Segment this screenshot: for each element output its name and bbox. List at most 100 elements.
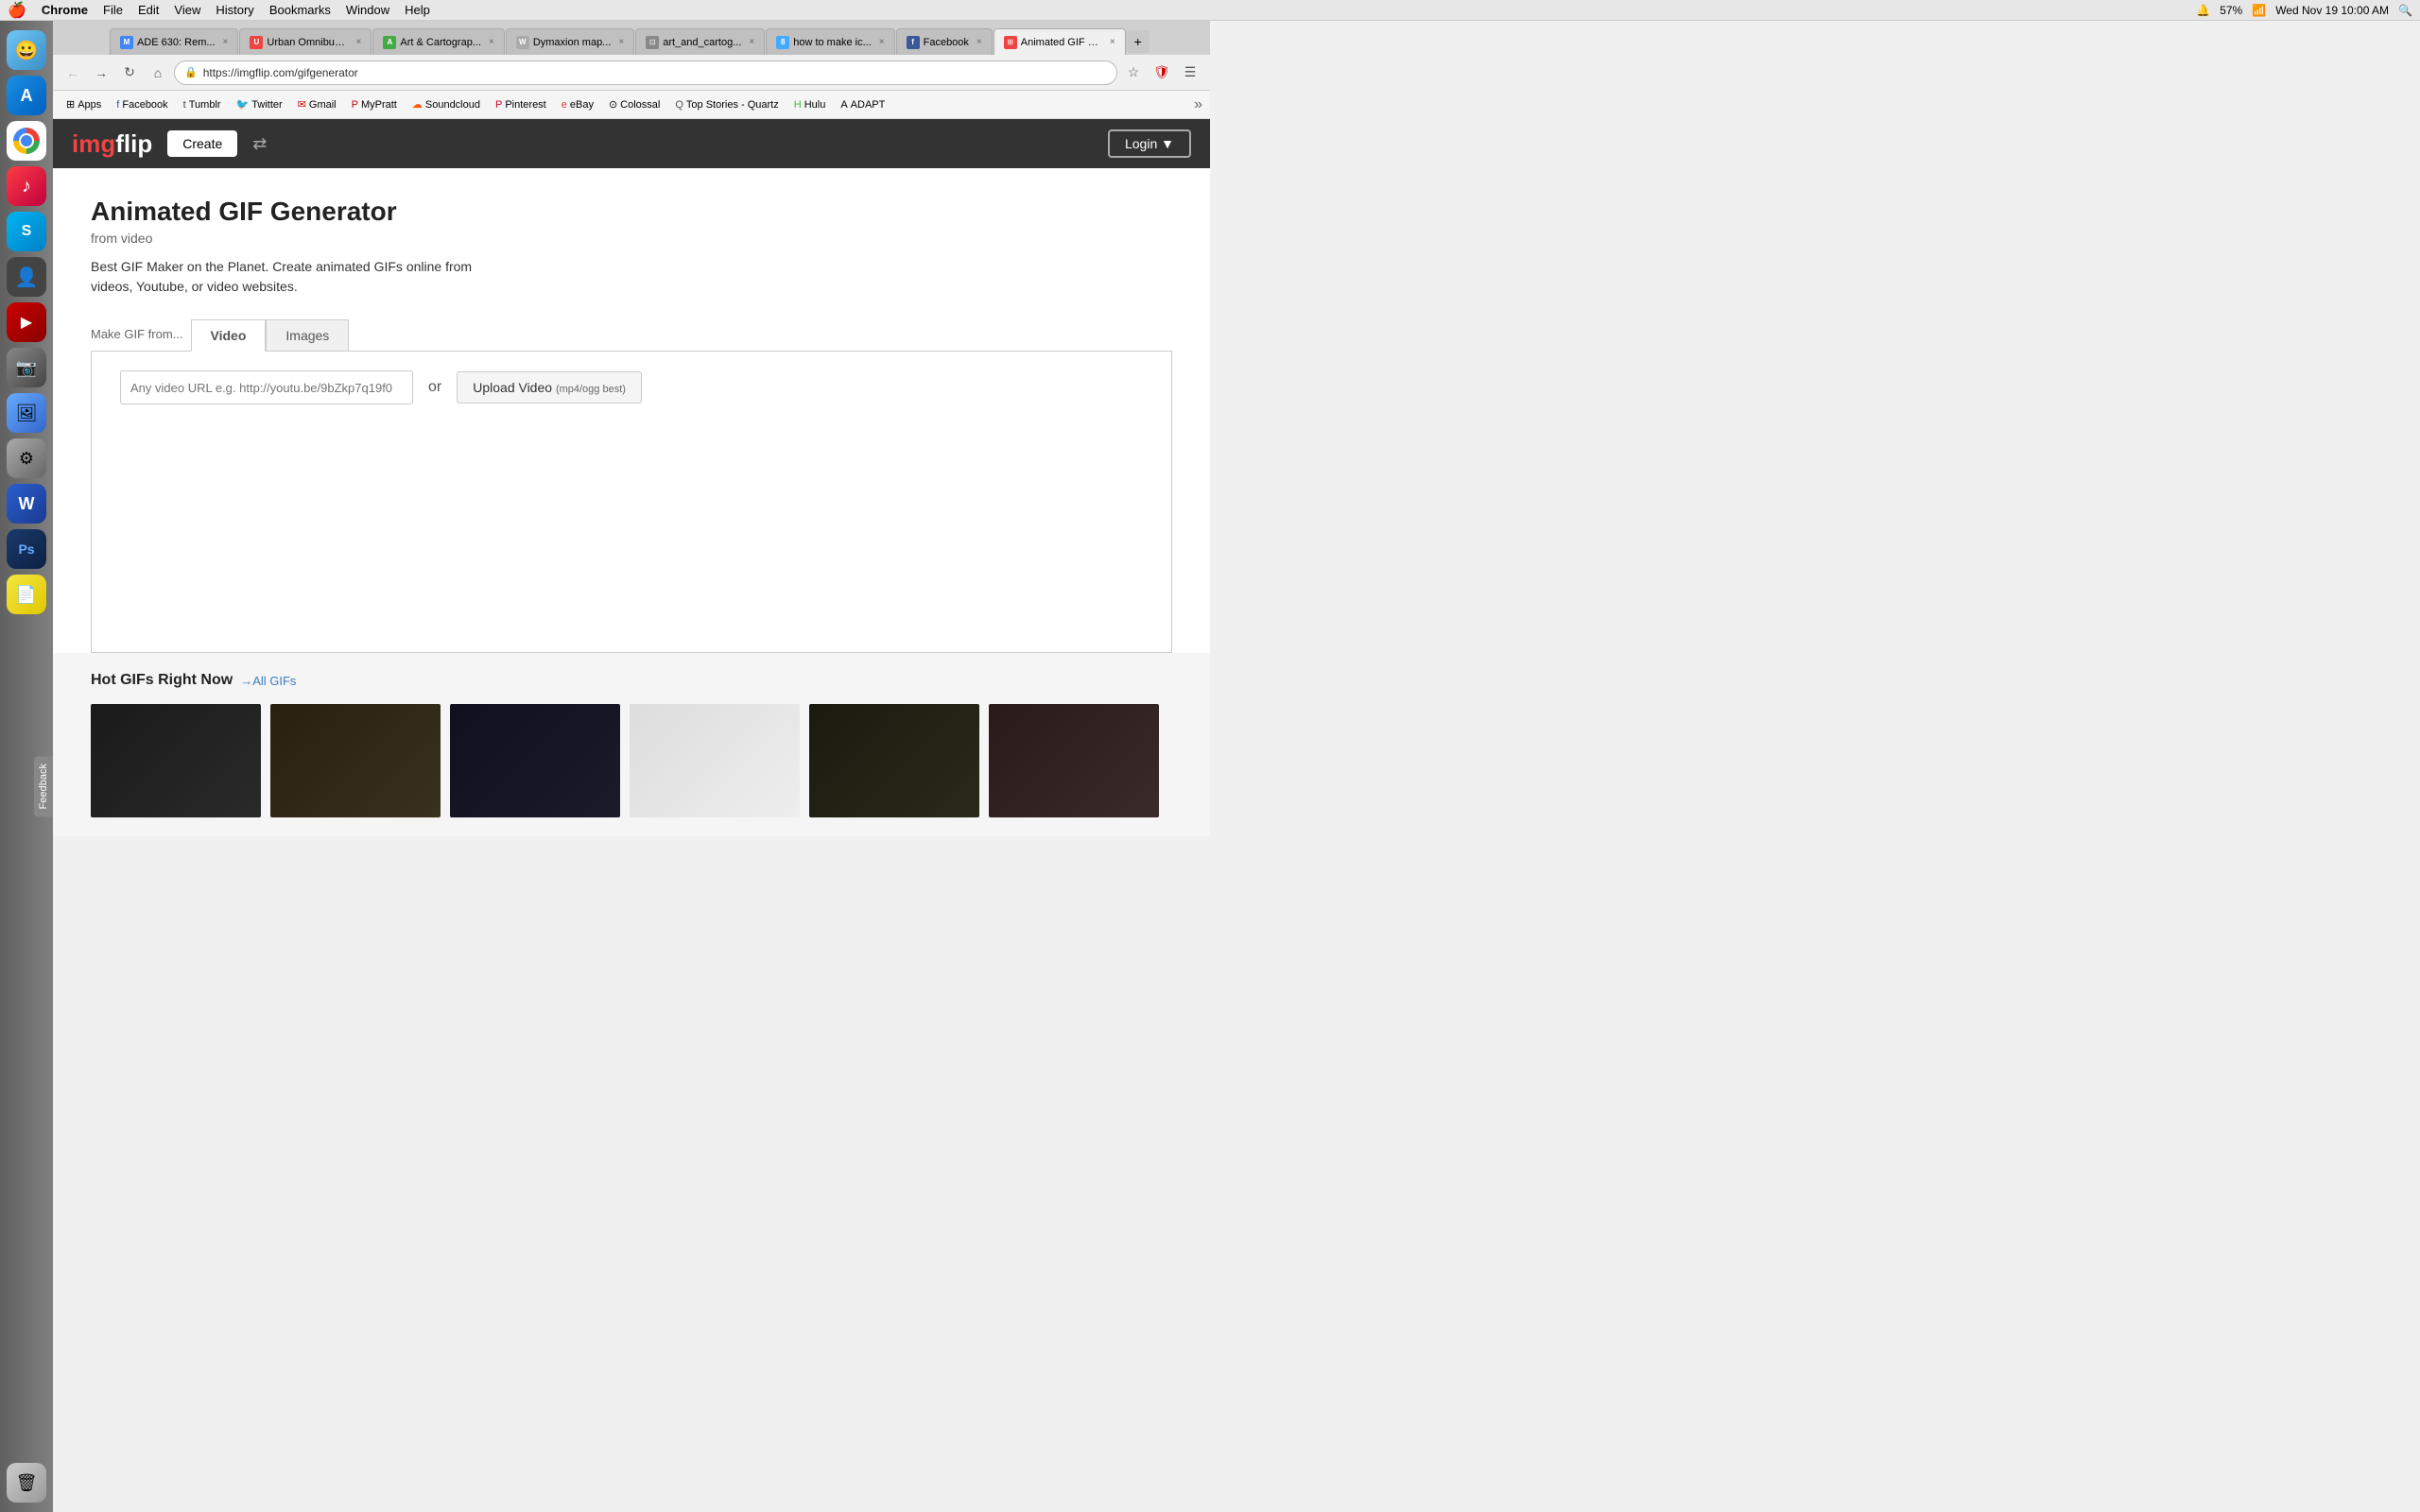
menu-view[interactable]: View <box>174 3 200 17</box>
gif-thumb-2[interactable] <box>270 704 441 817</box>
dock-item-appstore[interactable]: A <box>7 76 46 115</box>
tab-label-animgif: Animated GIF C... <box>1021 37 1102 48</box>
address-bar[interactable]: 🔒 https://imgflip.com/gifgenerator <box>174 60 1117 85</box>
feedback-tab[interactable]: Feedback <box>34 756 53 816</box>
tab-bar: M ADE 630: Rem... × U Urban Omnibus... ×… <box>53 21 1210 55</box>
forward-button[interactable]: → <box>89 60 113 85</box>
dock-item-screenshot[interactable]: 🖼 <box>7 393 46 433</box>
dock-item-music[interactable]: ♪ <box>7 166 46 206</box>
bookmark-pinterest[interactable]: P Pinterest <box>490 97 552 112</box>
dock-item-finder[interactable]: 😀 <box>7 30 46 70</box>
bookmark-colossal-label: Colossal <box>620 99 660 111</box>
bookmark-soundcloud[interactable]: ☁ Soundcloud <box>406 96 486 112</box>
notification-icon[interactable]: 🔔 <box>2196 4 2210 17</box>
menu-history[interactable]: History <box>216 3 253 17</box>
tab-favicon-ade: M <box>120 36 133 49</box>
chrome-icon <box>13 128 40 154</box>
page-content: imgflip Create ⇄ Login ▼ Animated GIF Ge… <box>53 119 1210 836</box>
dock-item-word[interactable]: W <box>7 484 46 524</box>
header-right: Login ▼ <box>1108 129 1191 158</box>
dock-item-skype[interactable]: S <box>7 212 46 251</box>
adapt-icon: A <box>840 99 847 111</box>
bookmark-facebook[interactable]: f Facebook <box>111 97 173 112</box>
menu-edit[interactable]: Edit <box>138 3 159 17</box>
apps-icon: ⊞ <box>66 98 75 111</box>
bookmark-adapt[interactable]: A ADAPT <box>835 97 890 112</box>
back-button[interactable]: ← <box>60 60 85 85</box>
tab-facebook[interactable]: f Facebook × <box>896 28 993 55</box>
tab-video[interactable]: Video <box>191 319 267 352</box>
tab-close-dymaxion[interactable]: × <box>618 37 624 47</box>
gif-thumb-6[interactable] <box>989 704 1159 817</box>
tab-art[interactable]: A Art & Cartograp... × <box>372 28 504 55</box>
tab-close-artcarto2[interactable]: × <box>749 37 754 47</box>
refresh-button[interactable]: ↻ <box>117 60 142 85</box>
dock-item-notes[interactable]: 📄 <box>7 575 46 614</box>
shuffle-icon[interactable]: ⇄ <box>252 134 267 154</box>
menu-button[interactable]: ☰ <box>1178 60 1202 85</box>
menu-window[interactable]: Window <box>346 3 389 17</box>
upload-video-button[interactable]: Upload Video (mp4/ogg best) <box>457 371 642 404</box>
create-button[interactable]: Create <box>167 130 237 157</box>
tab-close-art[interactable]: × <box>489 37 494 47</box>
menu-bookmarks[interactable]: Bookmarks <box>269 3 331 17</box>
bookmark-apps[interactable]: ⊞ Apps <box>60 96 107 112</box>
tab-howtomake[interactable]: 8 how to make ic... × <box>766 28 894 55</box>
dock-item-avatar[interactable]: 👤 <box>7 257 46 297</box>
tab-images[interactable]: Images <box>266 319 349 351</box>
more-bookmarks[interactable]: » <box>1194 96 1202 113</box>
gif-thumb-4[interactable] <box>630 704 800 817</box>
home-button[interactable]: ⌂ <box>146 60 170 85</box>
bookmark-topstories[interactable]: Q Top Stories - Quartz <box>669 97 784 112</box>
bookmark-facebook-label: Facebook <box>122 99 167 111</box>
gif-thumb-1[interactable] <box>91 704 261 817</box>
bookmark-hulu[interactable]: H Hulu <box>788 97 832 112</box>
bookmark-ebay[interactable]: e eBay <box>556 97 599 112</box>
bookmark-adapt-label: ADAPT <box>851 99 886 111</box>
dock-item-chrome[interactable] <box>7 121 46 161</box>
bookmark-mypratt[interactable]: P MyPratt <box>346 97 403 112</box>
menu-chrome[interactable]: Chrome <box>42 3 88 17</box>
new-tab-button[interactable]: + <box>1127 30 1150 53</box>
bookmark-star-button[interactable]: ☆ <box>1121 60 1146 85</box>
tab-close-facebook[interactable]: × <box>977 37 982 47</box>
dock-item-camera[interactable]: 📷 <box>7 348 46 387</box>
dock-item-red[interactable]: ▶ <box>7 302 46 342</box>
wifi-icon[interactable]: 📶 <box>2252 4 2266 17</box>
gmail-icon: ✉ <box>298 98 306 111</box>
bookmark-twitter[interactable]: 🐦 Twitter <box>231 96 288 112</box>
gif-thumb-3[interactable] <box>450 704 620 817</box>
tab-animgif[interactable]: ⊞ Animated GIF C... × <box>994 28 1126 55</box>
tab-artcarto2[interactable]: ⊡ art_and_cartog... × <box>635 28 765 55</box>
gif-thumb-5[interactable] <box>809 704 979 817</box>
upload-btn-sub: (mp4/ogg best) <box>556 384 626 395</box>
tab-dymaxion[interactable]: W Dymaxion map... × <box>506 28 634 55</box>
mypratt-icon: P <box>352 99 358 111</box>
imgflip-logo[interactable]: imgflip <box>72 129 152 159</box>
ebay-icon: e <box>562 99 567 111</box>
tab-urban[interactable]: U Urban Omnibus... × <box>239 28 372 55</box>
bookmark-colossal[interactable]: ⊙ Colossal <box>603 96 666 112</box>
all-gifs-link[interactable]: →All GIFs <box>240 674 296 688</box>
search-icon[interactable]: 🔍 <box>2398 4 2412 17</box>
dock-item-system-prefs[interactable]: ⚙ <box>7 438 46 478</box>
tab-favicon-art: A <box>383 36 396 49</box>
extension-button[interactable]: 🛡 <box>1150 60 1174 85</box>
tab-close-ade[interactable]: × <box>223 37 229 47</box>
menu-help[interactable]: Help <box>405 3 430 17</box>
menu-file[interactable]: File <box>103 3 123 17</box>
tab-close-howtomake[interactable]: × <box>879 37 885 47</box>
upload-btn-label: Upload Video <box>473 380 552 395</box>
tab-ade[interactable]: M ADE 630: Rem... × <box>110 28 238 55</box>
bookmark-gmail[interactable]: ✉ Gmail <box>292 96 342 112</box>
login-button[interactable]: Login ▼ <box>1108 129 1191 158</box>
tab-close-animgif[interactable]: × <box>1110 37 1115 47</box>
tab-close-urban[interactable]: × <box>356 37 362 47</box>
apple-menu[interactable]: 🍎 <box>8 1 26 20</box>
dock-item-trash[interactable]: 🗑 <box>7 1463 46 1503</box>
tab-favicon-artcarto2: ⊡ <box>646 36 659 49</box>
battery-status: 57% <box>2220 4 2242 17</box>
dock-item-ps[interactable]: Ps <box>7 529 46 569</box>
video-url-input[interactable] <box>120 370 413 404</box>
bookmark-tumblr[interactable]: t Tumblr <box>178 97 227 112</box>
